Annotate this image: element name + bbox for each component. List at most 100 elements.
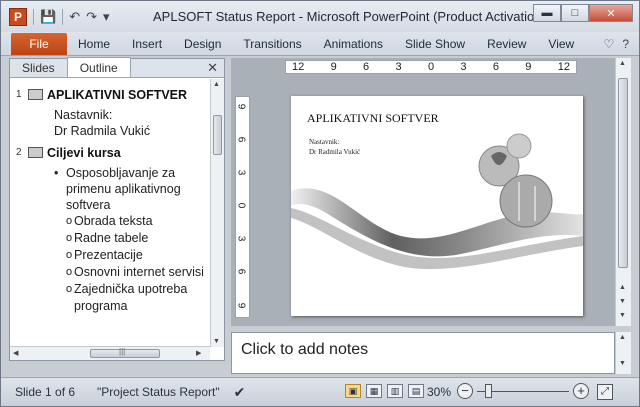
fit-to-window-icon[interactable]: ⤢ [597, 384, 613, 400]
close-button[interactable]: ✕ [589, 4, 633, 22]
circle-bullet-icon: o [66, 215, 73, 227]
zoom-level[interactable]: 30% [427, 385, 451, 399]
scrollbar-thumb[interactable]: ||| [90, 347, 160, 358]
outline-bullet[interactable]: • Osposobljavanje za primenu aplikativno… [54, 165, 206, 213]
slide-icon [28, 89, 43, 100]
slide-title[interactable]: APLIKATIVNI SOFTVER [307, 111, 439, 126]
tab-slides[interactable]: Slides [10, 58, 67, 77]
slide-show-button[interactable]: ▤ [408, 384, 424, 398]
maximize-button[interactable]: □ [561, 4, 589, 22]
slide-sorter-button[interactable]: ▦ [366, 384, 382, 398]
ribbon-tabs: File Home Insert Design Transitions Anim… [1, 32, 639, 56]
ruler-tick: 3 [460, 61, 467, 73]
outline-subtitle-line[interactable]: Nastavnik: [54, 107, 206, 123]
tab-home[interactable]: Home [67, 37, 121, 51]
slide-subtitle[interactable]: Nastavnik: Dr Radmila Vukić [309, 137, 360, 157]
tab-design[interactable]: Design [173, 37, 232, 51]
scroll-left-icon[interactable]: ◀ [13, 349, 18, 357]
slide-subtitle-line: Dr Radmila Vukić [309, 148, 361, 156]
scroll-up-icon[interactable]: ▲ [619, 334, 626, 341]
bullet-text[interactable]: Osposobljavanje za primenu aplikativnog … [66, 165, 206, 213]
outline-sub-bullet[interactable]: o Zajednička upotreba programa [66, 281, 206, 315]
outline-sub-bullet[interactable]: o Obrada teksta [66, 213, 206, 230]
powerpoint-app-icon[interactable]: P [9, 7, 27, 26]
qat-separator [62, 8, 64, 25]
scroll-up-icon[interactable]: ▲ [619, 60, 626, 67]
scroll-down-icon[interactable]: ▼ [213, 338, 220, 345]
ruler-tick: 3 [235, 169, 247, 176]
next-slide-icon[interactable]: ▼ [619, 298, 626, 305]
view-buttons: ▣ ▦ ▥ ▤ [345, 384, 424, 398]
previous-slide-icon[interactable]: ▲ [619, 284, 626, 291]
circle-bullet-icon: o [66, 266, 73, 278]
slide-canvas[interactable]: APLIKATIVNI SOFTVER Nastavnik: Dr Radmil… [291, 96, 583, 316]
theme-name[interactable]: "Project Status Report" [97, 385, 220, 399]
close-pane-icon[interactable]: ✕ [207, 60, 218, 76]
ribbon-right-icons: ♡ ? [604, 37, 629, 51]
outline-sub-bullet[interactable]: o Prezentacije [66, 247, 206, 264]
customize-qat-icon[interactable]: ▾ [103, 9, 110, 25]
tab-review[interactable]: Review [476, 37, 537, 51]
outline-content[interactable]: 1 APLIKATIVNI SOFTVER Nastavnik: Dr Radm… [10, 79, 210, 347]
outline-sub-bullet[interactable]: o Osnovni internet servisi [66, 264, 206, 281]
tab-transitions[interactable]: Transitions [232, 37, 312, 51]
bullet-icon: • [54, 166, 59, 180]
scroll-down-icon[interactable]: ▼ [619, 312, 626, 319]
notes-scrollbar[interactable]: ▲ ▼ [615, 332, 631, 374]
tab-insert[interactable]: Insert [121, 37, 173, 51]
zoom-slider-thumb[interactable] [485, 384, 492, 398]
tab-file[interactable]: File [11, 32, 67, 55]
slide-number: 2 [16, 147, 22, 158]
outline-slide-2[interactable]: 2 Ciljevi kursa [16, 145, 206, 161]
outline-sub-bullet[interactable]: o Radne tabele [66, 230, 206, 247]
vertical-ruler: 9 6 3 0 3 6 9 [235, 96, 250, 318]
scrollbar-thumb[interactable] [213, 115, 222, 155]
outline-slide-1[interactable]: 1 APLIKATIVNI SOFTVER [16, 87, 206, 103]
redo-icon[interactable]: ↷ [86, 9, 97, 25]
ruler-tick: 3 [395, 61, 402, 73]
sub-bullet-text[interactable]: Osnovni internet servisi [74, 264, 204, 281]
scroll-down-icon[interactable]: ▼ [619, 360, 626, 367]
tab-outline[interactable]: Outline [66, 57, 131, 77]
scrollbar-thumb[interactable] [618, 78, 628, 268]
tab-animations[interactable]: Animations [313, 37, 394, 51]
slide-title[interactable]: Ciljevi kursa [47, 145, 121, 161]
outline-horizontal-scrollbar[interactable]: ◀ ||| ▶ [10, 346, 210, 360]
tab-view[interactable]: View [537, 37, 585, 51]
slide-counter: Slide 1 of 6 [15, 385, 76, 399]
scroll-right-icon[interactable]: ▶ [196, 349, 201, 357]
sub-bullet-text[interactable]: Radne tabele [74, 230, 148, 247]
minimize-button[interactable]: ▬ [533, 4, 561, 22]
normal-view-button[interactable]: ▣ [345, 384, 361, 398]
sub-bullet-text[interactable]: Obrada teksta [74, 213, 153, 230]
outline-vertical-scrollbar[interactable]: ▲ ▼ [210, 79, 224, 347]
window-controls: ▬ □ ✕ [533, 4, 633, 22]
notes-pane[interactable]: Click to add notes [231, 332, 615, 374]
scroll-up-icon[interactable]: ▲ [213, 81, 220, 88]
zoom-out-button[interactable]: − [457, 383, 473, 399]
slide-number: 1 [16, 89, 22, 100]
sub-bullet-text[interactable]: Prezentacije [74, 247, 143, 264]
slide-title[interactable]: APLIKATIVNI SOFTVER [47, 87, 187, 103]
sub-bullet-text[interactable]: Zajednička upotreba programa [74, 281, 206, 315]
qat-separator [33, 8, 34, 25]
tab-slide-show[interactable]: Slide Show [394, 37, 476, 51]
zoom-in-button[interactable]: + [573, 383, 589, 399]
ruler-tick: 12 [292, 61, 305, 73]
grip-lines: ||| [119, 347, 126, 356]
save-icon[interactable]: 💾 [40, 9, 56, 25]
undo-icon[interactable]: ↶ [69, 9, 80, 25]
reading-view-button[interactable]: ▥ [387, 384, 403, 398]
ruler-tick: 9 [330, 61, 337, 73]
ruler-tick: 0 [235, 202, 247, 209]
ruler-tick: 6 [235, 268, 247, 275]
slide-subtitle-line: Nastavnik: [309, 138, 340, 146]
notes-placeholder[interactable]: Click to add notes [241, 341, 368, 359]
minimize-ribbon-icon[interactable]: ♡ [604, 37, 615, 51]
help-icon[interactable]: ? [622, 37, 629, 51]
spell-check-icon[interactable]: ✔ [234, 384, 246, 401]
outline-subtitle-line[interactable]: Dr Radmila Vukić [54, 123, 206, 139]
slide-background-art [291, 133, 583, 270]
outline-pane: Slides Outline ✕ 1 APLIKATIVNI SOFTVER N… [9, 57, 225, 361]
slide-vertical-scrollbar[interactable]: ▲ ▲ ▼ ▼ [615, 58, 631, 326]
